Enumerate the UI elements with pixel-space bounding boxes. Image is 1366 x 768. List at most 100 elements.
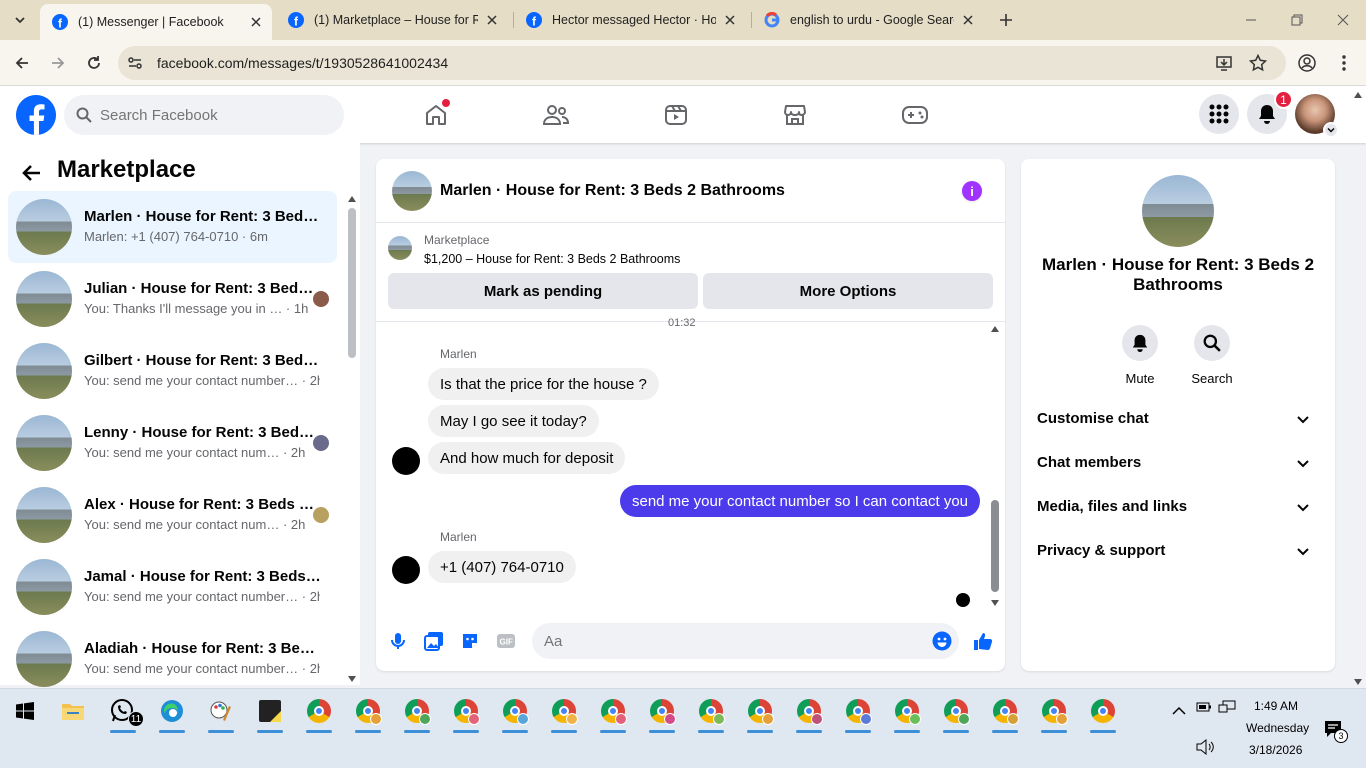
taskbar-whatsapp[interactable]: 11 — [102, 693, 144, 733]
chat-scrollbar[interactable] — [989, 322, 1001, 608]
tab-close-icon[interactable] — [484, 12, 500, 28]
clock-time[interactable]: 1:49 AM — [1254, 699, 1298, 713]
taskbar-chrome-window[interactable] — [788, 693, 830, 733]
taskbar-chrome-window[interactable] — [1082, 693, 1124, 733]
section-privacy-support[interactable]: Privacy & support — [1029, 531, 1327, 571]
search-in-conversation-button[interactable]: Search — [1182, 325, 1242, 386]
conversation-item[interactable]: Marlen · House for Rent: 3 Beds … Marlen:… — [8, 191, 337, 263]
taskbar-chrome-window[interactable] — [592, 693, 634, 733]
clock-day[interactable]: Wednesday — [1246, 721, 1309, 735]
info-icon[interactable]: i — [962, 181, 982, 201]
install-app-icon[interactable] — [1215, 54, 1233, 72]
scrollbar-thumb[interactable] — [991, 500, 999, 592]
conversation-item[interactable]: Gilbert · House for Rent: 3 Beds … You: s… — [8, 335, 337, 407]
new-tab-button[interactable] — [994, 8, 1018, 32]
message-input[interactable] — [544, 623, 914, 659]
conversation-item[interactable]: Jamal · House for Rent: 3 Beds 2 … You: s… — [8, 551, 337, 623]
scrollbar-thumb[interactable] — [348, 208, 356, 358]
battery-icon[interactable] — [1196, 700, 1212, 714]
sender-avatar[interactable] — [392, 556, 420, 584]
chat-avatar[interactable] — [392, 171, 432, 211]
sender-avatar[interactable] — [392, 447, 420, 475]
tab-hector[interactable]: f Hector messaged Hector · House — [514, 4, 746, 36]
tab-close-icon[interactable] — [722, 12, 738, 28]
sidebar-scrollbar[interactable] — [346, 192, 358, 684]
mark-as-pending-button[interactable]: Mark as pending — [388, 273, 698, 309]
network-icon[interactable] — [1218, 700, 1236, 714]
facebook-search-box[interactable] — [64, 95, 344, 135]
tab-close-icon[interactable] — [960, 12, 976, 28]
address-bar[interactable]: facebook.com/messages/t/1930528641002434 — [118, 46, 1286, 80]
chrome-menu-button[interactable] — [1332, 51, 1356, 75]
start-button[interactable] — [4, 693, 46, 729]
chrome-profile-button[interactable] — [1295, 51, 1319, 75]
sticker-icon[interactable] — [460, 631, 480, 651]
restore-button[interactable] — [1274, 0, 1320, 40]
conversation-item[interactable]: Julian · House for Rent: 3 Bed… You: Than… — [8, 263, 337, 335]
notifications-button[interactable]: 1 — [1247, 90, 1293, 134]
reload-button[interactable] — [82, 51, 106, 75]
taskbar-chrome-window[interactable] — [1033, 693, 1075, 733]
taskbar-chrome-window[interactable] — [494, 693, 536, 733]
bookmark-star-icon[interactable] — [1249, 54, 1267, 72]
taskbar-chrome-window[interactable] — [837, 693, 879, 733]
scroll-down-icon[interactable] — [991, 600, 999, 606]
taskbar-chrome-window[interactable] — [347, 693, 389, 733]
nav-gaming[interactable] — [859, 90, 971, 140]
url-text[interactable]: facebook.com/messages/t/1930528641002434 — [157, 55, 448, 71]
account-avatar[interactable] — [1295, 94, 1339, 138]
clock-date[interactable]: 3/18/2026 — [1249, 743, 1302, 757]
scroll-down-icon[interactable] — [348, 676, 356, 682]
gif-icon[interactable]: GIF — [496, 631, 516, 651]
microphone-icon[interactable] — [388, 631, 408, 651]
section-chat-members[interactable]: Chat members — [1029, 443, 1327, 483]
nav-friends[interactable] — [500, 90, 612, 140]
taskbar-chrome-window[interactable] — [543, 693, 585, 733]
section-media-files-links[interactable]: Media, files and links — [1029, 487, 1327, 527]
message-bubble[interactable]: And how much for deposit — [428, 442, 626, 474]
taskbar-chrome-window[interactable] — [935, 693, 977, 733]
scroll-up-icon[interactable] — [991, 326, 999, 332]
back-button[interactable] — [10, 51, 34, 75]
scroll-up-icon[interactable] — [348, 196, 356, 202]
nav-video[interactable] — [620, 90, 732, 140]
close-window-button[interactable] — [1320, 0, 1366, 40]
mute-button[interactable]: Mute — [1110, 325, 1170, 386]
notification-center-button[interactable]: 3 — [1323, 719, 1348, 743]
nav-marketplace[interactable] — [739, 90, 851, 140]
facebook-logo-icon[interactable] — [16, 95, 56, 135]
taskbar-chrome-window[interactable] — [886, 693, 928, 733]
section-customise-chat[interactable]: Customise chat — [1029, 399, 1327, 439]
message-bubble-outgoing[interactable]: send me your contact number so I can con… — [619, 485, 980, 517]
site-info-icon[interactable] — [126, 54, 144, 72]
taskbar-paint[interactable] — [200, 693, 242, 733]
page-scrollbar[interactable] — [1352, 92, 1364, 685]
listing-thumbnail[interactable] — [388, 236, 412, 260]
scroll-down-icon[interactable] — [1354, 679, 1362, 685]
taskbar-sticky-notes[interactable] — [249, 693, 291, 733]
message-bubble[interactable]: Is that the price for the house ? — [428, 368, 659, 400]
nav-home[interactable] — [380, 90, 492, 140]
chat-title[interactable]: Marlen · House for Rent: 3 Beds 2 Bathro… — [440, 182, 785, 200]
tab-close-icon[interactable] — [248, 14, 264, 30]
thumbs-up-icon[interactable] — [973, 631, 993, 651]
taskbar-edge[interactable] — [151, 693, 193, 733]
photo-icon[interactable] — [424, 631, 444, 651]
listing-title[interactable]: $1,200 – House for Rent: 3 Beds 2 Bathro… — [424, 252, 680, 266]
message-bubble[interactable]: May I go see it today? — [428, 405, 599, 437]
volume-icon[interactable] — [1196, 739, 1214, 755]
conversation-item[interactable]: Lenny · House for Rent: 3 Bed… You: send … — [8, 407, 337, 479]
menu-button[interactable] — [1199, 94, 1239, 134]
taskbar-chrome-window[interactable] — [641, 693, 683, 733]
taskbar-chrome-window[interactable] — [396, 693, 438, 733]
conversation-item[interactable]: Aladiah · House for Rent: 3 Beds… You: se… — [8, 623, 337, 695]
taskbar-chrome-window[interactable] — [445, 693, 487, 733]
tab-google[interactable]: english to urdu - Google Search — [752, 4, 984, 36]
taskbar-chrome-window[interactable] — [298, 693, 340, 733]
taskbar-chrome-window[interactable] — [739, 693, 781, 733]
conversation-avatar[interactable] — [1142, 175, 1214, 247]
search-input[interactable] — [100, 95, 330, 135]
tab-messenger[interactable]: f (1) Messenger | Facebook — [40, 4, 272, 40]
tab-search-button[interactable] — [8, 8, 32, 32]
back-arrow-icon[interactable] — [20, 161, 44, 185]
